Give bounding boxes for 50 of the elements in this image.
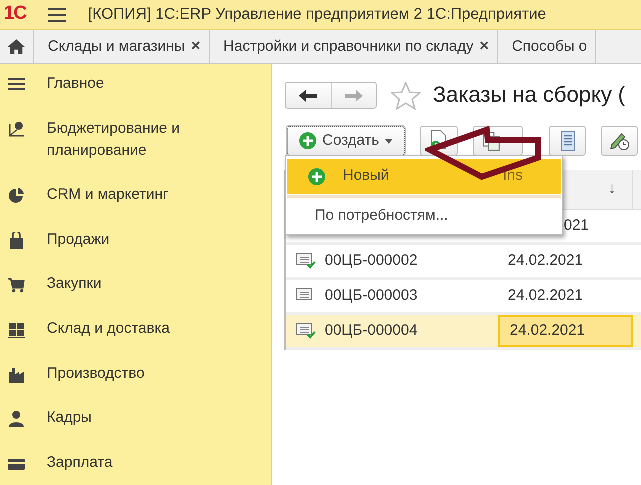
window-title: [КОПИЯ] 1С:ERP Управление предприятием 2 1С:Предприятие (88, 4, 546, 25)
menu-icon[interactable] (48, 8, 66, 22)
app-logo: 1С (4, 2, 26, 26)
left-arrow-icon (299, 90, 318, 102)
menu-item[interactable]: По потребностям... (287, 199, 561, 234)
add-icon (308, 168, 326, 186)
factory-icon (8, 366, 25, 383)
sidebar-item[interactable]: Склад и доставка (47, 318, 170, 340)
home-icon (8, 39, 25, 55)
sidebar-item[interactable]: Закупки (47, 273, 102, 296)
table-cell-text: 24.02.2021 (510, 320, 586, 341)
tab[interactable]: Способы о (512, 36, 588, 58)
table-cell-text: 24.02.2021 (508, 286, 584, 306)
sidebar-item[interactable]: Главное (47, 73, 104, 95)
table-row[interactable]: 00ЦБ-000004 24.02.2021 (286, 315, 641, 350)
grid-icon (8, 320, 25, 338)
person-icon (8, 410, 25, 428)
table-cell-text: 24.02.2021 (508, 250, 584, 271)
right-arrow-icon (344, 90, 363, 102)
tab[interactable]: Склады и магазины (48, 36, 186, 58)
table-row[interactable]: 00ЦБ-000002 24.02.2021 (286, 245, 641, 280)
shopping-bag-icon (8, 232, 25, 249)
table-cell-text: 00ЦБ-000002 (325, 250, 418, 271)
sidebar-item[interactable]: Зарплата (47, 452, 113, 474)
add-icon (299, 132, 318, 150)
table-cell-text: 00ЦБ-000003 (325, 286, 418, 306)
create-button[interactable]: Создать (287, 126, 405, 156)
close-button[interactable]: × (480, 35, 490, 59)
tab[interactable]: Настройки и справочники по складу (224, 36, 474, 58)
close-button[interactable]: × (191, 35, 201, 59)
table-cell-text: 021 (564, 216, 590, 236)
sort-indicator[interactable]: ↓ (608, 178, 616, 201)
sidebar-item[interactable]: Бюджетирование и планирование (47, 118, 217, 162)
list-button[interactable] (549, 126, 586, 156)
copy-icon (483, 132, 500, 150)
sidebar-item[interactable]: Производство (47, 362, 145, 385)
pie-chart-icon (8, 187, 25, 204)
menu-lines-icon (8, 76, 25, 93)
edit-history-button[interactable] (601, 126, 638, 156)
sidebar-item[interactable]: Кадры (47, 407, 92, 430)
pencil-clock-icon (610, 131, 630, 151)
star-icon[interactable] (391, 82, 421, 110)
list-icon (560, 131, 574, 151)
sidebar-item[interactable]: CRM и маркетинг (47, 184, 168, 206)
caret-icon (384, 138, 392, 144)
table-cell-text: 00ЦБ-000004 (325, 320, 418, 341)
form-title: Заказы на сборку ( (433, 81, 626, 109)
cart-icon (8, 276, 25, 294)
chart-coin-icon (8, 120, 25, 138)
sidebar-item[interactable]: Продажи (47, 228, 110, 251)
